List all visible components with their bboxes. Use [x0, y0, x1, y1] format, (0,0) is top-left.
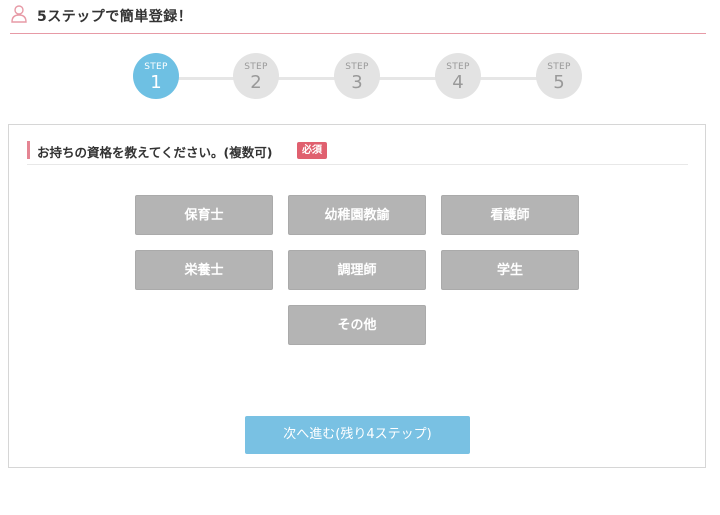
step-3: STEP 3 [334, 53, 380, 99]
step-word: STEP [144, 62, 168, 72]
step-2: STEP 2 [233, 53, 279, 99]
step-number: 4 [452, 72, 464, 93]
option-button-youchien-kyouyu[interactable]: 幼稚園教諭 [288, 195, 426, 235]
heading-accent-bar [27, 141, 30, 159]
step-word: STEP [446, 62, 470, 72]
step-5: STEP 5 [536, 53, 582, 99]
step-number: 5 [553, 72, 565, 93]
page-header: 5ステップで簡単登録！ [10, 0, 706, 34]
step-word: STEP [547, 62, 571, 72]
question-card: お持ちの資格を教えてください。(複数可) 必須 保育士 幼稚園教諭 看護師 栄養… [8, 124, 706, 468]
option-button-hoikushi[interactable]: 保育士 [135, 195, 273, 235]
step-4: STEP 4 [435, 53, 481, 99]
next-step-button[interactable]: 次へ進む(残り4ステップ) [245, 416, 470, 454]
step-number: 3 [351, 72, 363, 93]
step-word: STEP [244, 62, 268, 72]
question-heading: お持ちの資格を教えてください。(複数可) 必須 [27, 139, 688, 165]
option-button-chourishi[interactable]: 調理師 [288, 250, 426, 290]
option-button-eiyoushi[interactable]: 栄養士 [135, 250, 273, 290]
page-title: 5ステップで簡単登録！ [37, 9, 193, 25]
step-word: STEP [345, 62, 369, 72]
required-badge: 必須 [297, 142, 327, 159]
step-number: 1 [150, 72, 162, 93]
step-progress: STEP 1 STEP 2 STEP 3 STEP 4 STEP 5 [0, 53, 720, 105]
option-button-gakusei[interactable]: 学生 [441, 250, 579, 290]
step-1: STEP 1 [133, 53, 179, 99]
option-button-kangoshi[interactable]: 看護師 [441, 195, 579, 235]
option-button-other[interactable]: その他 [288, 305, 426, 345]
user-icon [11, 5, 27, 23]
question-text: お持ちの資格を教えてください。(複数可) [37, 145, 273, 160]
step-number: 2 [250, 72, 262, 93]
